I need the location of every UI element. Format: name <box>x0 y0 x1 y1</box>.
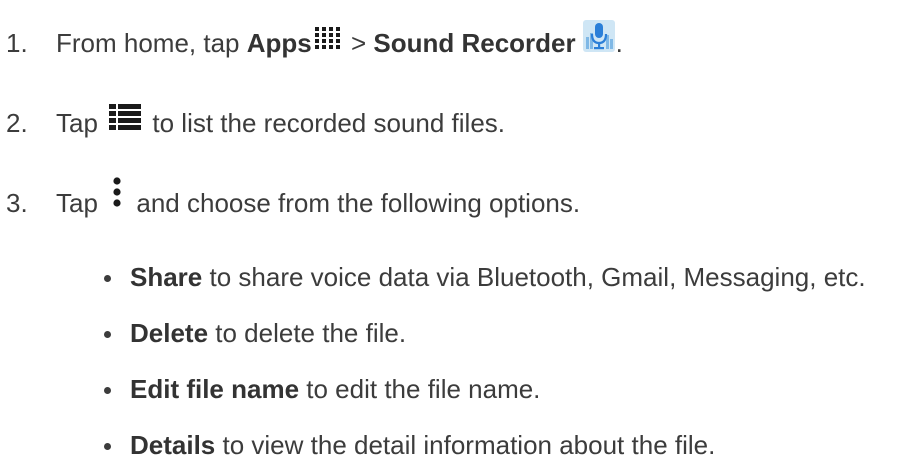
option-description: to view the detail information about the… <box>215 430 716 460</box>
bullet-dot <box>104 387 111 394</box>
option-text: Edit file name to edit the file name. <box>130 374 540 404</box>
option-text: Delete to delete the file. <box>130 318 406 348</box>
sound-recorder-icon <box>582 19 616 53</box>
step-number: 2. <box>6 108 28 138</box>
apps-label: Apps <box>246 28 312 58</box>
step-text-part: Tap <box>56 108 106 138</box>
list-icon <box>109 104 142 131</box>
option-label: Delete <box>130 318 209 348</box>
step-text-part: to list the recorded sound files. <box>145 108 506 138</box>
bullet-dot <box>104 443 111 450</box>
option-description: to delete the file. <box>208 318 407 348</box>
option-text: Details to view the detail information a… <box>130 430 715 460</box>
step-number: 1. <box>6 28 28 58</box>
option-text: Share to share voice data via Bluetooth,… <box>130 262 866 292</box>
step-text-part: . <box>615 28 623 58</box>
sound-recorder-label: Sound Recorder <box>373 28 576 58</box>
option-label: Share <box>130 262 203 292</box>
option-label: Details <box>130 430 216 460</box>
bullet-dot <box>104 275 111 282</box>
instructions-page: 1. From home, tap Apps > Sound Recorder … <box>0 0 899 460</box>
step-text: Tap to list the recorded sound files. <box>56 104 506 138</box>
step-text-part: and choose from the following options. <box>129 188 581 218</box>
apps-grid-icon <box>314 26 342 50</box>
bullet-dot <box>104 331 111 338</box>
option-description: to share voice data via Bluetooth, Gmail… <box>202 262 866 292</box>
option-label: Edit file name <box>130 374 300 404</box>
more-options-icon <box>111 176 123 210</box>
step-text-part: From home, tap <box>56 28 247 58</box>
step-text-part: > <box>343 28 374 58</box>
step-text-part: Tap <box>56 188 106 218</box>
step-text: Tap and choose from the following option… <box>56 177 581 218</box>
step-text: From home, tap Apps > Sound Recorder . <box>56 20 623 58</box>
option-description: to edit the file name. <box>299 374 541 404</box>
step-number: 3. <box>6 188 28 218</box>
